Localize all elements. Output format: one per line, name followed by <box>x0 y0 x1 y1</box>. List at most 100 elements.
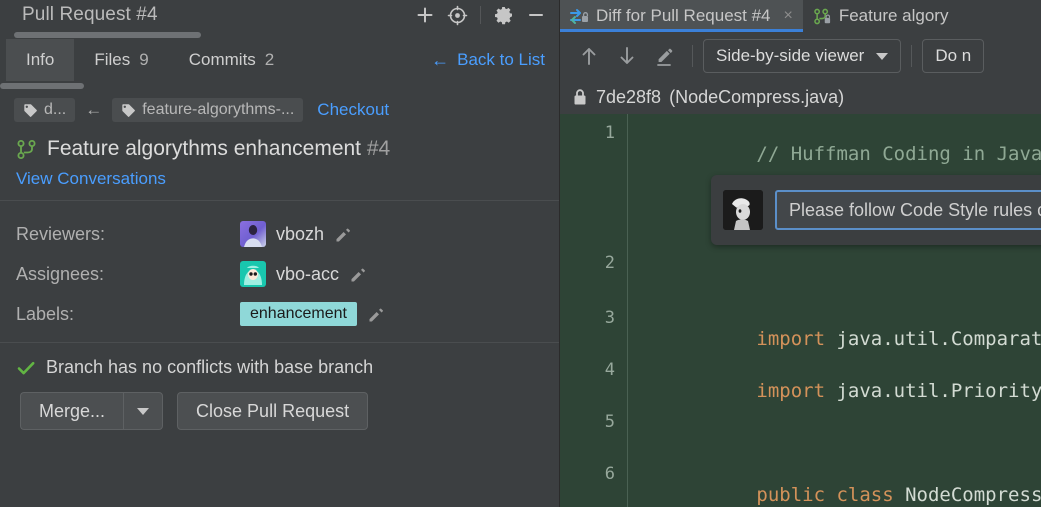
add-icon[interactable] <box>410 2 440 28</box>
tab-commits-count: 2 <box>264 50 275 69</box>
tag-icon <box>23 103 38 118</box>
code-editor[interactable]: 1 2 3 4 5 6 // Huffman Coding in Java im… <box>560 114 1041 507</box>
source-branch-name: feature-algorythms-... <box>142 101 295 118</box>
pull-request-tabs: Info Files 9 Commits 2 ← Back to List <box>0 39 559 81</box>
line-number: 6 <box>604 464 615 484</box>
code-token-plain: java.util.PriorityQueue <box>836 380 1041 402</box>
diff-editor-panel: Diff for Pull Request #4 × Feature algor… <box>560 0 1041 507</box>
diff-revision: 7de28f8 <box>596 86 662 107</box>
tab-info[interactable]: Info <box>6 39 75 81</box>
code-line: import java.util.PriorityQueue <box>642 358 1041 424</box>
line-number: 3 <box>604 308 615 328</box>
tab-info-label: Info <box>26 50 55 69</box>
merge-button[interactable]: Merge... <box>20 392 124 430</box>
status-badge[interactable]: enhancement <box>240 302 357 326</box>
view-conversations-link[interactable]: View Conversations <box>0 163 559 200</box>
code-line: public class NodeCompress { <box>642 462 1041 507</box>
edit-labels-pencil-icon[interactable] <box>367 305 386 324</box>
code-token-plain: java.util.Comparator; <box>836 328 1041 350</box>
reviewer-name: vbozh <box>276 223 325 244</box>
lock-icon <box>572 88 588 106</box>
pull-request-title-row: Feature algorythms enhancement #4 <box>0 129 559 163</box>
reviewers-label: Reviewers: <box>16 223 106 244</box>
inline-comment-popup[interactable]: Please follow Code Style rules c <box>711 175 1041 245</box>
viewer-mode-select[interactable]: Side-by-side viewer <box>703 39 902 73</box>
page-title: Feature algorythms enhancement #4 <box>47 137 390 161</box>
branch-merge-icon <box>16 139 37 160</box>
code-token-keyword: import <box>756 328 826 350</box>
edit-assignees-pencil-icon[interactable] <box>349 265 368 284</box>
pull-request-number: #4 <box>366 137 391 160</box>
tab-feature-algorythms[interactable]: Feature algory <box>803 0 959 32</box>
next-difference-icon[interactable] <box>610 40 644 72</box>
assignee-name: vbo-acc <box>276 263 340 284</box>
assignees-value: vbo-acc <box>240 261 368 287</box>
line-number-gutter: 1 2 3 4 5 6 <box>560 114 628 507</box>
panel-title: Pull Request #4 <box>22 4 158 25</box>
do-not-ignore-button[interactable]: Do n <box>922 39 985 73</box>
back-arrow-icon: ← <box>431 49 450 70</box>
comment-input[interactable]: Please follow Code Style rules c <box>775 190 1041 230</box>
check-icon <box>16 358 36 378</box>
merge-split-button[interactable]: Merge... <box>20 392 164 430</box>
previous-difference-icon[interactable] <box>572 40 606 72</box>
editor-tab-bar: Diff for Pull Request #4 × Feature algor… <box>560 0 1041 32</box>
back-to-list-label: Back to List <box>457 50 545 69</box>
scrollbar-thumb[interactable] <box>14 32 201 38</box>
labels-value: enhancement <box>240 302 386 326</box>
labels-row: Labels: enhancement <box>0 294 559 334</box>
tab-commits[interactable]: Commits 2 <box>169 39 295 81</box>
pull-request-panel: Pull Request #4 Info Files 9 Commits 2 ←… <box>0 0 560 507</box>
diff-toolbar: Side-by-side viewer Do n <box>560 32 1041 80</box>
panel-horizontal-scrollbar[interactable] <box>0 30 559 39</box>
code-lines[interactable]: // Huffman Coding in Java import java.ut… <box>628 114 1041 507</box>
tabs-scrollbar-thumb[interactable] <box>0 83 84 89</box>
toolbar-divider <box>911 45 913 67</box>
tabs-horizontal-scrollbar[interactable] <box>0 81 559 91</box>
line-number: 4 <box>604 360 615 380</box>
edit-reviewers-pencil-icon[interactable] <box>334 225 353 244</box>
tab-feature-label: Feature algory <box>838 6 949 25</box>
tab-diff-label: Diff for Pull Request #4 <box>596 6 771 25</box>
assignees-row: Assignees: vbo-acc <box>0 254 559 294</box>
line-number: 1 <box>604 123 615 143</box>
code-token-comment: // Huffman Coding in Java <box>756 143 1041 165</box>
close-icon[interactable]: × <box>784 7 793 25</box>
line-number: 2 <box>604 253 615 273</box>
minimize-icon[interactable] <box>521 2 551 28</box>
labels-label: Labels: <box>16 303 75 324</box>
code-token-keyword: import <box>756 380 826 402</box>
pull-request-title-text: Feature algorythms enhancement <box>47 137 362 160</box>
merge-status-text: Branch has no conflicts with base branch <box>46 357 374 377</box>
target-branch-chip[interactable]: d... <box>14 98 76 122</box>
chevron-down-icon <box>876 52 889 60</box>
tab-diff-for-pull-request[interactable]: Diff for Pull Request #4 × <box>560 0 803 32</box>
gear-icon[interactable] <box>489 2 519 28</box>
checkout-link[interactable]: Checkout <box>317 100 389 120</box>
branch-direction-arrow-icon: ← <box>85 100 103 119</box>
toolbar-divider <box>480 6 481 24</box>
annotate-icon[interactable] <box>648 40 682 72</box>
source-branch-chip[interactable]: feature-algorythms-... <box>112 98 304 122</box>
pull-request-fields: Reviewers: vbozh Assignees: vbo-acc Labe… <box>0 201 559 342</box>
pull-request-actions: Merge... Close Pull Request <box>0 378 559 430</box>
reviewers-row: Reviewers: vbozh <box>0 214 559 254</box>
merge-dropdown-button[interactable] <box>123 392 164 430</box>
target-branch-name: d... <box>44 101 67 118</box>
assignees-label: Assignees: <box>16 263 105 284</box>
tab-files[interactable]: Files 9 <box>74 39 168 81</box>
chevron-down-icon <box>137 407 150 415</box>
tab-commits-label: Commits <box>188 50 256 69</box>
tab-files-label: Files <box>94 50 131 69</box>
close-pull-request-button[interactable]: Close Pull Request <box>177 392 369 430</box>
reviewers-value: vbozh <box>240 221 353 247</box>
back-to-list-link[interactable]: ← Back to List <box>431 39 559 81</box>
diff-icon <box>570 8 589 25</box>
code-token-keyword: public class <box>756 484 894 506</box>
toolbar-divider <box>692 45 693 67</box>
diff-file-name: (NodeCompress.java) <box>669 86 845 107</box>
locate-icon[interactable] <box>442 2 472 28</box>
avatar <box>240 221 266 247</box>
pull-request-titlebar: Pull Request #4 <box>0 0 559 30</box>
code-token-plain: NodeCompress { <box>905 484 1041 506</box>
